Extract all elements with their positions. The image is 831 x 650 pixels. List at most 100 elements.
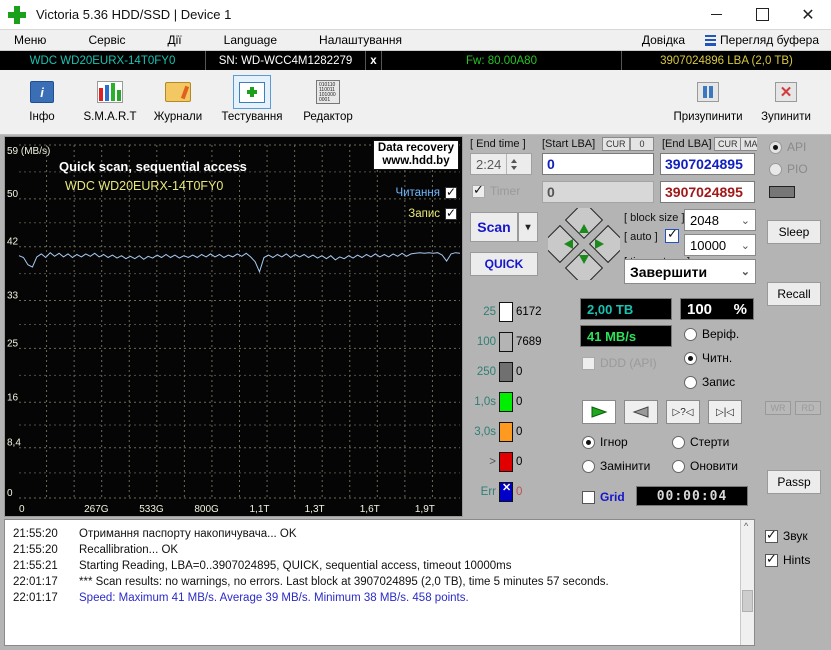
scan-button[interactable]: Scan [470, 212, 518, 242]
menu-item-service[interactable]: Сервіс [78, 31, 135, 49]
direction-pad[interactable] [548, 208, 620, 280]
error-action-refresh-radio[interactable]: Оновити [672, 459, 738, 473]
log-scrollbar[interactable]: ^ [740, 520, 754, 646]
legend-swatch-25 [499, 302, 513, 322]
nav-query-button[interactable]: ▷?◁ [666, 400, 700, 424]
log-row: 21:55:20 Recallibration... OK [5, 542, 754, 558]
mode-read-radio[interactable]: Читн. [684, 351, 732, 365]
legend-row-1s: 1,0s 0 [466, 392, 522, 412]
toolbar-button-stop[interactable]: ✕ Зупинити [747, 75, 825, 123]
error-action-replace-radio[interactable]: Замінити [582, 459, 650, 473]
svg-text:1,9T: 1,9T [415, 504, 435, 515]
legend-threshold-1s: 1,0s [466, 396, 496, 408]
end-time-spinner[interactable]: 2:24 [470, 153, 532, 175]
toolbar-button-testing[interactable]: Тестування [212, 75, 292, 123]
error-action-replace-dot [582, 460, 595, 473]
legend-write-label: Запис [408, 208, 440, 220]
legend-count-over: 0 [516, 456, 522, 468]
device-serial: SN: WD-WCC4M1282279 [206, 51, 366, 70]
legend-read[interactable]: Читання [395, 187, 457, 199]
error-action-ignore-radio[interactable]: Ігнор [582, 435, 628, 449]
scan-graph[interactable]: 59 (MB/s)50423325168,400267G533G800G1,1T… [4, 136, 463, 517]
end-time-arrows[interactable] [506, 154, 520, 174]
pio-radio[interactable]: PIO [769, 162, 808, 176]
menu-item-help[interactable]: Довідка [632, 31, 695, 49]
start-lba-input[interactable]: 0 [542, 153, 654, 175]
device-clear-button[interactable]: x [366, 51, 382, 70]
menu-item-menu[interactable]: Меню [4, 31, 56, 49]
percent-value: 100 [687, 301, 712, 318]
log-time: 21:55:20 [13, 544, 79, 556]
legend-swatch-250 [499, 362, 513, 382]
menu-item-language[interactable]: Language [214, 31, 287, 49]
end-lba-cur-button[interactable]: CUR [714, 137, 742, 151]
error-action-erase-dot [672, 436, 685, 449]
close-button[interactable]: ✕ [785, 0, 831, 30]
mode-verify-radio[interactable]: Веріф. [684, 327, 739, 341]
mode-read-label: Читн. [702, 351, 732, 365]
toolbar-button-pause[interactable]: Призупинити [669, 75, 747, 123]
menu-bar: Меню Сервіс Дії Language Налаштування До… [0, 30, 831, 51]
toolbar-button-smart[interactable]: S.M.A.R.T [76, 75, 144, 123]
end-lba-input[interactable]: 3907024895 [660, 153, 755, 175]
log-message: *** Scan results: no warnings, no errors… [79, 576, 754, 588]
menu-item-settings[interactable]: Налаштування [309, 31, 412, 49]
hex-editor-icon: 0101101100111010000001 [309, 75, 347, 109]
wr-button[interactable]: WR [765, 401, 791, 415]
navigation-buttons: ▷?◁ ▷|◁ [582, 400, 742, 424]
maximize-button[interactable] [739, 0, 785, 30]
device-model: WDC WD20EURX-14T0FY0 [0, 51, 206, 70]
nav-play-button[interactable] [582, 400, 616, 424]
auto-checkbox[interactable]: ✓ [665, 229, 679, 243]
start-lba-input-secondary[interactable]: 0 [542, 181, 654, 203]
timer-checkbox-box [472, 185, 485, 198]
scrollbar-thumb[interactable] [742, 590, 753, 612]
nav-back-button[interactable] [624, 400, 658, 424]
toolbar-right-group: Призупинити ✕ Зупинити [661, 70, 831, 123]
toolbar-button-info[interactable]: i Інфо [8, 75, 76, 123]
legend-write-checkbox[interactable] [445, 208, 457, 220]
sound-checkbox[interactable]: Звук [765, 529, 827, 543]
legend-write[interactable]: Запис [408, 208, 457, 220]
legend-count-250: 0 [516, 366, 522, 378]
scroll-up-icon[interactable]: ^ [744, 521, 748, 531]
nav-skip-button[interactable]: ▷|◁ [708, 400, 742, 424]
scan-dropdown-button[interactable]: ▾ [518, 212, 538, 242]
start-lba-cur-button[interactable]: CUR [602, 137, 630, 151]
speed-display: 41 MB/s [580, 325, 672, 347]
mode-write-radio[interactable]: Запис [684, 375, 735, 389]
error-x-icon: ✕ [502, 481, 511, 494]
finish-action-select[interactable]: Завершити ⌄ [624, 259, 756, 284]
minimize-button[interactable] [693, 0, 739, 30]
api-radio[interactable]: API [769, 140, 806, 154]
rd-button[interactable]: RD [795, 401, 821, 415]
quick-button[interactable]: QUICK [470, 252, 538, 276]
recall-button[interactable]: Recall [767, 282, 821, 306]
toolbar-button-logs[interactable]: Журнали [144, 75, 212, 123]
error-action-erase-radio[interactable]: Стерти [672, 435, 729, 449]
block-size-select[interactable]: 2048 ⌄ [684, 209, 756, 231]
timeout-select[interactable]: 10000 ⌄ [684, 234, 756, 256]
log-panel[interactable]: 21:55:20 Отримання паспорту накопичувача… [4, 519, 755, 646]
end-lba-input-secondary[interactable]: 3907024895 [660, 181, 755, 203]
toolbar-button-editor[interactable]: 0101101100111010000001 Редактор [292, 75, 364, 123]
ddd-api-checkbox[interactable]: DDD (API) [582, 356, 657, 370]
passp-button[interactable]: Passp [767, 470, 821, 494]
legend-row-25: 25 6172 [466, 302, 542, 322]
led-indicator [769, 186, 795, 198]
hints-checkbox[interactable]: Hints [765, 553, 827, 567]
error-action-erase-label: Стерти [690, 435, 729, 449]
menu-item-actions[interactable]: Дії [158, 31, 192, 49]
start-lba-zero-button[interactable]: 0 [630, 137, 654, 151]
timer-checkbox[interactable]: Timer [472, 184, 520, 198]
legend-read-checkbox[interactable] [445, 187, 457, 199]
elapsed-time-display: 00:00:04 [636, 486, 748, 506]
sleep-button[interactable]: Sleep [767, 220, 821, 244]
control-panel: [ End time ] [Start LBA] CUR 0 [End LBA]… [466, 136, 755, 517]
log-row: 21:55:20 Отримання паспорту накопичувача… [5, 526, 754, 542]
graph-canvas: 59 (MB/s)50423325168,400267G533G800G1,1T… [5, 137, 462, 516]
api-radio-dot [769, 141, 782, 154]
menu-item-buffer-view[interactable]: Перегляд буфера [695, 31, 829, 49]
smart-chart-icon [91, 75, 129, 109]
grid-checkbox[interactable]: Grid [582, 490, 625, 504]
